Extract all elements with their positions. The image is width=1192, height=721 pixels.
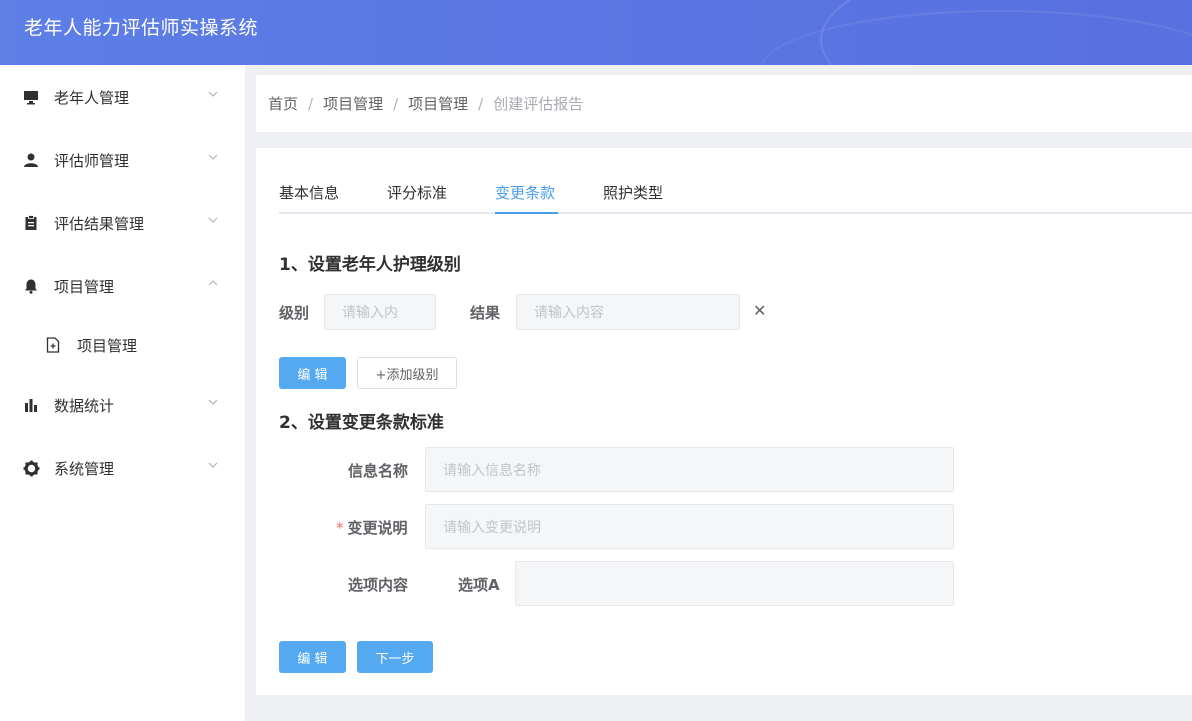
sidebar: 老年人管理 评估师管理 评估结果管理 项目管理 项目管理 数据统计 系统管理	[0, 65, 245, 721]
info-name-input[interactable]: 请输入信息名称	[425, 447, 954, 492]
add-level-button[interactable]: +添加级别	[357, 357, 457, 389]
required-mark: *	[336, 519, 344, 537]
tab-bar: 基本信息 评分标准 变更条款 照护类型	[279, 172, 1192, 214]
info-name-label: 信息名称	[348, 462, 409, 480]
monitor-icon	[22, 88, 40, 106]
option-a-input[interactable]	[515, 561, 954, 606]
chevron-down-icon	[208, 462, 218, 468]
level-input[interactable]: 请输入内	[324, 294, 436, 330]
document-add-icon	[44, 336, 62, 354]
change-desc-label: * 变更说明	[336, 517, 408, 538]
sidebar-item-projects[interactable]: 项目管理	[0, 266, 245, 306]
clipboard-icon	[22, 214, 40, 232]
tab-scoring-standard[interactable]: 评分标准	[387, 182, 447, 203]
main-panel: 基本信息 评分标准 变更条款 照护类型 1、设置老年人护理级别 级别 请输入内 …	[256, 148, 1192, 695]
breadcrumb: 首页 / 项目管理 / 项目管理 / 创建评估报告	[256, 75, 1192, 132]
active-tab-indicator	[495, 212, 558, 214]
sidebar-item-label: 项目管理	[54, 277, 115, 296]
chevron-up-icon	[208, 280, 218, 286]
breadcrumb-separator: /	[393, 94, 399, 113]
app-header: 老年人能力评估师实操系统	[0, 0, 1192, 65]
sidebar-item-results[interactable]: 评估结果管理	[0, 203, 245, 243]
change-desc-input[interactable]: 请输入变更说明	[425, 504, 954, 549]
app-title: 老年人能力评估师实操系统	[24, 17, 259, 39]
next-step-button[interactable]: 下一步	[357, 641, 433, 673]
sidebar-item-label: 系统管理	[54, 459, 115, 478]
sidebar-item-assessors[interactable]: 评估师管理	[0, 140, 245, 180]
result-label: 结果	[470, 304, 501, 322]
header-decoration	[760, 10, 1192, 65]
sidebar-item-system[interactable]: 系统管理	[0, 448, 245, 488]
level-label: 级别	[279, 304, 310, 322]
gear-icon	[22, 459, 40, 477]
tab-basic-info[interactable]: 基本信息	[279, 182, 339, 203]
bar-chart-icon	[22, 396, 40, 414]
breadcrumb-home[interactable]: 首页	[268, 93, 298, 114]
breadcrumb-projects-sub[interactable]: 项目管理	[408, 93, 468, 114]
sidebar-item-label: 老年人管理	[54, 88, 130, 107]
sidebar-item-label: 评估师管理	[54, 151, 130, 170]
chevron-down-icon	[208, 217, 218, 223]
user-icon	[22, 151, 40, 169]
change-desc-label-text: 变更说明	[347, 519, 408, 537]
section-title-care-level: 1、设置老年人护理级别	[279, 255, 461, 275]
edit-level-button[interactable]: 编 辑	[279, 357, 346, 389]
option-content-label: 选项内容	[348, 576, 409, 594]
chevron-down-icon	[208, 91, 218, 97]
tab-care-type[interactable]: 照护类型	[603, 182, 663, 203]
result-input[interactable]: 请输入内容	[516, 294, 740, 330]
sidebar-item-label: 项目管理	[77, 336, 138, 355]
sidebar-item-label: 数据统计	[54, 396, 115, 415]
breadcrumb-separator: /	[308, 94, 314, 113]
chevron-down-icon	[208, 399, 218, 405]
sidebar-subitem-projects[interactable]: 项目管理	[0, 325, 245, 365]
close-icon[interactable]: ✕	[753, 301, 766, 320]
sidebar-item-statistics[interactable]: 数据统计	[0, 385, 245, 425]
breadcrumb-current: 创建评估报告	[493, 95, 584, 113]
breadcrumb-projects[interactable]: 项目管理	[323, 93, 383, 114]
edit-terms-button[interactable]: 编 辑	[279, 641, 346, 673]
sidebar-item-label: 评估结果管理	[54, 214, 145, 233]
chevron-down-icon	[208, 154, 218, 160]
bell-icon	[22, 277, 40, 295]
breadcrumb-separator: /	[478, 94, 484, 113]
section-title-change-terms: 2、设置变更条款标准	[279, 413, 444, 433]
sidebar-item-elderly[interactable]: 老年人管理	[0, 77, 245, 117]
option-a-label: 选项A	[458, 576, 500, 594]
tab-change-terms[interactable]: 变更条款	[495, 182, 555, 203]
